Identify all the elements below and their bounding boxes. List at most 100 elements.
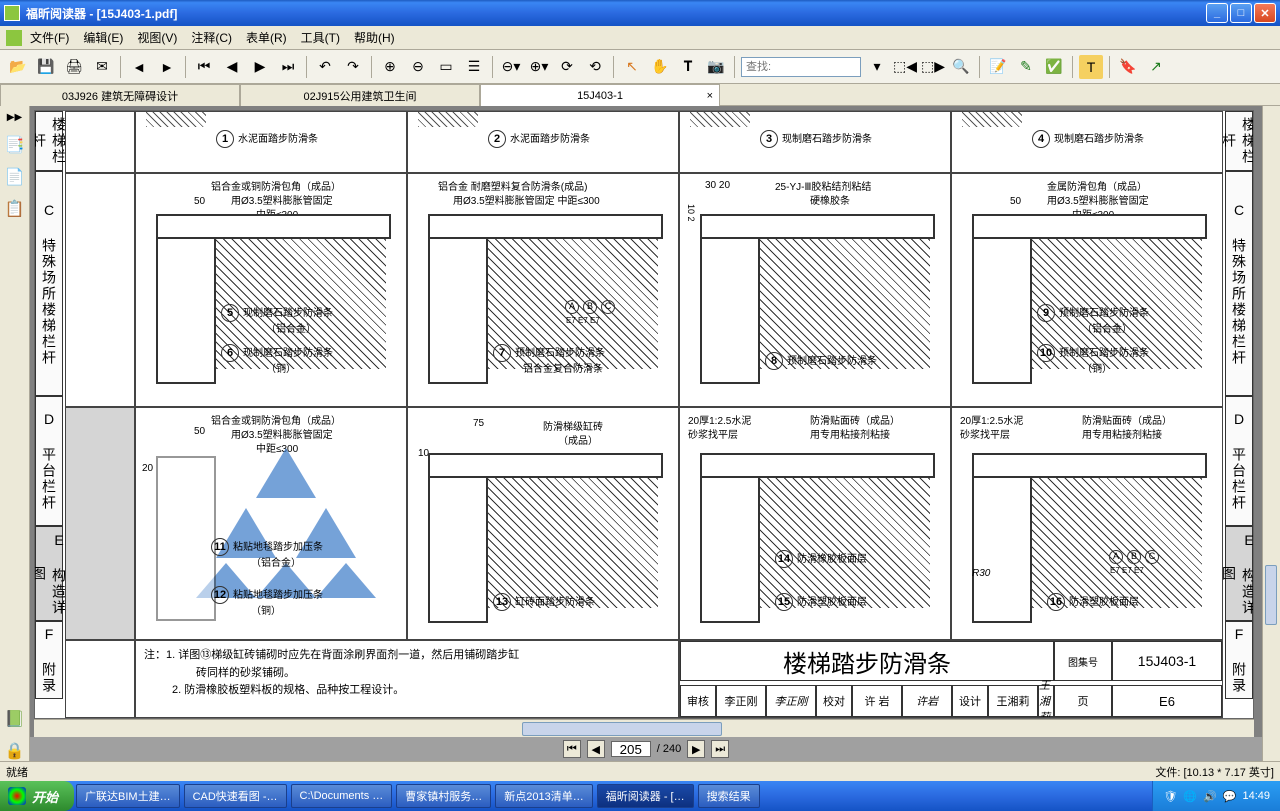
menu-form[interactable]: 表单(R) [240, 27, 293, 48]
task-cad[interactable]: CAD快速看图 -… [184, 784, 287, 808]
hand-icon[interactable]: ✋ [648, 55, 672, 79]
rotate2-icon[interactable]: ⟲ [583, 55, 607, 79]
vlabel-right-c: C 特殊场所楼梯栏杆 [1225, 171, 1253, 396]
last-icon[interactable]: ⏭ [276, 55, 300, 79]
sidebar-handle-icon[interactable]: ▶▶ [7, 112, 22, 123]
page-total: / 240 [657, 743, 681, 755]
note-icon[interactable]: 📝 [986, 55, 1010, 79]
menu-view[interactable]: 视图(V) [131, 27, 183, 48]
tab-02j915[interactable]: 02J915公用建筑卫生间 [240, 84, 480, 106]
zoomin-icon[interactable]: ⊕ [378, 55, 402, 79]
task-xindian[interactable]: 新点2013清单… [495, 784, 592, 808]
comments-panel-icon[interactable]: 📋 [5, 199, 25, 219]
next-icon[interactable]: ▶ [248, 55, 272, 79]
vlabel-left-top: 楼梯栏杆 [35, 111, 63, 171]
back-icon[interactable]: ◄ [127, 55, 151, 79]
status-ready: 就绪 [6, 764, 1155, 780]
taskbar: 开始 广联达BIM土建… CAD快速看图 -… C:\Documents … 曹… [0, 781, 1280, 811]
detail-13: 防滑梯级缸砖 （成品） 75 10 13缸砖面踏步防滑条 [407, 407, 679, 641]
detail-14-15: 20厚1:2.5水泥 砂浆找平层 防滑贴面砖（成品） 用专用粘接剂粘接 14防滑… [679, 407, 951, 641]
page-number-input[interactable] [611, 741, 651, 757]
snapshot-icon[interactable]: 📷 [704, 55, 728, 79]
highlight-icon[interactable]: ✎ [1014, 55, 1038, 79]
search-dropdown-icon[interactable]: ▾ [865, 55, 889, 79]
tray-volume-icon[interactable]: 🔊 [1203, 790, 1217, 803]
fitpage-icon[interactable]: ☰ [462, 55, 486, 79]
signatures-panel-icon[interactable]: 🔒 [5, 741, 25, 761]
close-button[interactable]: ✕ [1254, 3, 1276, 23]
textbox-icon[interactable]: T [1079, 55, 1103, 79]
vlabel-right-d: D 平台栏杆 [1225, 396, 1253, 526]
detail-4: 4现制磨石踏步防滑条 [951, 111, 1223, 173]
rotate-icon[interactable]: ⟳ [555, 55, 579, 79]
system-tray[interactable]: 🛡 🌐 🔊 💬 14:49 [1152, 781, 1280, 811]
row3-side [65, 407, 135, 641]
menubar: 文件(F) 编辑(E) 视图(V) 注释(C) 表单(R) 工具(T) 帮助(H… [0, 26, 1280, 50]
stamp-icon[interactable]: ✅ [1042, 55, 1066, 79]
vertical-scrollbar[interactable] [1262, 106, 1280, 761]
task-search[interactable]: 搜索结果 [698, 784, 760, 808]
horizontal-scrollbar[interactable] [34, 719, 1254, 737]
zoomin2-icon[interactable]: ⊕▾ [527, 55, 551, 79]
detail-2: 2水泥面踏步防滑条 [407, 111, 679, 173]
forward-icon[interactable]: ► [155, 55, 179, 79]
pointer-icon[interactable]: ↖ [620, 55, 644, 79]
save-icon[interactable]: 💾 [34, 55, 58, 79]
pages-panel-icon[interactable]: 📄 [5, 167, 25, 187]
zoomout2-icon[interactable]: ⊖▾ [499, 55, 523, 79]
redo-icon[interactable]: ↷ [341, 55, 365, 79]
menu-comment[interactable]: 注释(C) [185, 27, 238, 48]
print-icon[interactable]: 🖨 [62, 55, 86, 79]
zoomout-icon[interactable]: ⊖ [406, 55, 430, 79]
task-foxit[interactable]: 福昕阅读器 - [… [597, 784, 694, 808]
undo-icon[interactable]: ↶ [313, 55, 337, 79]
vlabel-right-e: E 构造详图 [1225, 526, 1253, 621]
bookmarks-panel-icon[interactable]: 📑 [5, 135, 25, 155]
first-icon[interactable]: ⏮ [192, 55, 216, 79]
findprev-icon[interactable]: ⬚◀ [893, 55, 917, 79]
document-viewport[interactable]: 楼梯栏杆 C 特殊场所楼梯栏杆 D 平台栏杆 E 构造详图 F 附录 楼梯栏杆 … [30, 106, 1262, 761]
tray-clock[interactable]: 14:49 [1242, 790, 1270, 802]
document-tabs: 03J926 建筑无障碍设计 02J915公用建筑卫生间 15J403-1× [0, 84, 1280, 106]
attachments-panel-icon[interactable]: 📗 [5, 709, 25, 729]
task-caojia[interactable]: 曹家镇村服务… [396, 784, 491, 808]
tray-network-icon[interactable]: 🌐 [1183, 790, 1197, 803]
menu-edit[interactable]: 编辑(E) [77, 27, 129, 48]
pager-last-icon[interactable]: ⏭ [711, 740, 729, 758]
tab-close-icon[interactable]: × [707, 90, 713, 102]
share-icon[interactable]: ↗ [1144, 55, 1168, 79]
detail-16: 20厚1:2.5水泥 砂浆找平层 防滑贴面砖（成品） 用专用粘接剂粘接 R30 … [951, 407, 1223, 641]
task-glodon[interactable]: 广联达BIM土建… [76, 784, 180, 808]
tab-15j403[interactable]: 15J403-1× [480, 84, 720, 106]
findnext-icon[interactable]: ⬚▶ [921, 55, 945, 79]
status-filesize: 文件: [10.13 * 7.17 英寸] [1155, 764, 1274, 780]
search-input[interactable] [741, 57, 861, 77]
mail-icon[interactable]: ✉ [90, 55, 114, 79]
pager-next-icon[interactable]: ▶ [687, 740, 705, 758]
bookmark-icon[interactable]: 🔖 [1116, 55, 1140, 79]
task-explorer[interactable]: C:\Documents … [291, 784, 393, 808]
window-title: 福昕阅读器 - [15J403-1.pdf] [26, 5, 1206, 22]
start-button[interactable]: 开始 [0, 781, 74, 811]
advsearch-icon[interactable]: 🔍 [949, 55, 973, 79]
detail-5-6: 铝合金或铜防滑包角（成品） 用Ø3.5塑料膨胀管固定 中距≤300 50 5现制… [135, 173, 407, 407]
minimize-button[interactable]: _ [1206, 3, 1228, 23]
menu-help[interactable]: 帮助(H) [348, 27, 401, 48]
vlabel-right-f: F 附录 [1225, 621, 1253, 699]
open-icon[interactable]: 📂 [6, 55, 30, 79]
detail-1: 1水泥面踏步防滑条 [135, 111, 407, 173]
tab-03j926[interactable]: 03J926 建筑无障碍设计 [0, 84, 240, 106]
menu-tools[interactable]: 工具(T) [295, 27, 346, 48]
pager-first-icon[interactable]: ⏮ [563, 740, 581, 758]
menu-file[interactable]: 文件(F) [24, 27, 75, 48]
prev-icon[interactable]: ◀ [220, 55, 244, 79]
fitactual-icon[interactable]: ▭ [434, 55, 458, 79]
tray-shield-icon[interactable]: 🛡 [1163, 790, 1177, 803]
textselect-icon[interactable]: 𝐓 [676, 55, 700, 79]
titlebar: 福昕阅读器 - [15J403-1.pdf] _ □ ✕ [0, 0, 1280, 26]
page-navigator: ⏮ ◀ / 240 ▶ ⏭ [30, 737, 1262, 761]
statusbar: 就绪 文件: [10.13 * 7.17 英寸] [0, 761, 1280, 781]
pager-prev-icon[interactable]: ◀ [587, 740, 605, 758]
maximize-button[interactable]: □ [1230, 3, 1252, 23]
tray-msg-icon[interactable]: 💬 [1223, 790, 1237, 803]
